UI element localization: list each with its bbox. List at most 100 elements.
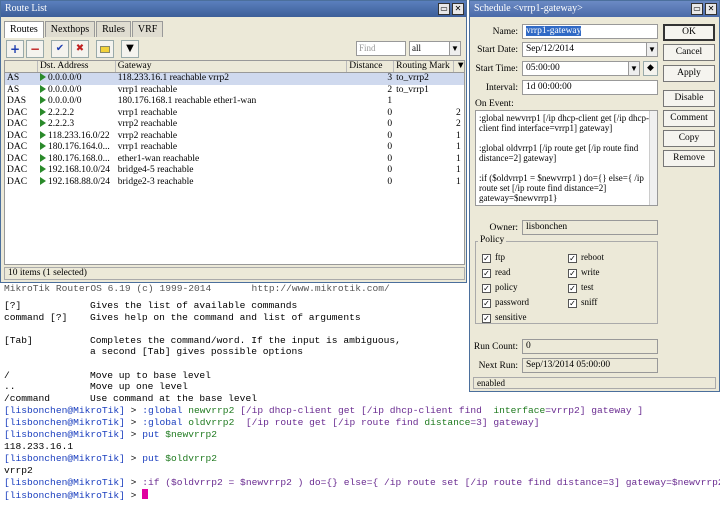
- policy-policy[interactable]: ✓ policy: [482, 282, 518, 293]
- disable-icon[interactable]: ✖: [71, 40, 89, 58]
- table-row[interactable]: DAC 2.2.2.3 vrrp2 reachable 0 2: [5, 119, 464, 131]
- col-gateway[interactable]: Gateway: [116, 61, 348, 72]
- tab-rules[interactable]: Rules: [96, 21, 131, 37]
- set-time-button[interactable]: ◆: [643, 61, 658, 76]
- cell-gw: bridge4-5 reachable: [117, 165, 194, 175]
- policy-sniff[interactable]: ✓ sniff: [568, 297, 597, 308]
- on-event-script[interactable]: :global newvrrp1 [/ip dhcp-client get [/…: [475, 110, 658, 206]
- checkbox-checked-icon[interactable]: ✓: [568, 269, 577, 278]
- filter-icon[interactable]: ▼: [121, 40, 139, 58]
- apply-button[interactable]: Apply: [663, 65, 715, 82]
- active-route-icon: [39, 153, 46, 162]
- active-route-icon: [39, 73, 46, 81]
- interval-input[interactable]: 1d 00:00:00: [522, 80, 658, 95]
- script-line: :global newvrrp1 [/ip dhcp-client get [/…: [479, 113, 649, 133]
- cell-type: AS: [7, 84, 20, 95]
- col-dst-address[interactable]: Dst. Address: [38, 61, 116, 72]
- name-label: Name:: [492, 27, 518, 37]
- active-route-icon: [39, 142, 46, 150]
- checkbox-checked-icon[interactable]: ✓: [482, 314, 491, 323]
- ok-button[interactable]: OK: [663, 24, 715, 41]
- add-icon[interactable]: +: [6, 40, 24, 58]
- remove-button[interactable]: Remove: [663, 150, 715, 167]
- restore-icon[interactable]: ▭: [438, 3, 450, 15]
- start-time-input[interactable]: 05:00:00 ▼: [522, 61, 640, 76]
- help-line: [4, 323, 90, 334]
- table-row[interactable]: DAC 180.176.164.0... vrrp1 reachable 0 1: [5, 142, 464, 154]
- col-routing-mark[interactable]: Routing Mark: [394, 61, 455, 72]
- table-row[interactable]: DAC 192.168.88.0/24 bridge2-3 reachable 0 1: [5, 176, 464, 189]
- disable-button[interactable]: Disable: [663, 90, 715, 107]
- start-date-input[interactable]: Sep/12/2014 ▼: [522, 42, 658, 57]
- checkbox-checked-icon[interactable]: ✓: [568, 254, 577, 263]
- table-row[interactable]: DAC 2.2.2.2 vrrp1 reachable 0 2: [5, 107, 464, 120]
- script-line: :global oldvrrp1 [/ip route get [/ip rou…: [479, 143, 641, 163]
- help-line: .. Move up one level: [4, 381, 188, 393]
- enable-icon[interactable]: ✔: [51, 40, 69, 58]
- checkbox-checked-icon[interactable]: ✓: [482, 284, 491, 293]
- terminal-prompt[interactable]: [lisbonchen@MikroTik] >: [4, 489, 149, 501]
- filter-select[interactable]: all ▼: [409, 41, 461, 56]
- cancel-button[interactable]: Cancel: [663, 44, 715, 61]
- active-route-icon: [39, 165, 46, 173]
- table-row[interactable]: DAC 192.168.10.0/24 bridge4-5 reachable 0 1: [5, 165, 464, 177]
- find-input[interactable]: Find: [356, 41, 406, 56]
- close-icon[interactable]: ✕: [452, 3, 464, 15]
- checkbox-checked-icon[interactable]: ✓: [482, 269, 491, 278]
- cell-gw: vrrp1 reachable: [117, 84, 178, 95]
- cell-mark: [394, 177, 454, 189]
- cell-dist: 0: [387, 142, 393, 152]
- col-flags[interactable]: [5, 61, 38, 72]
- table-row[interactable]: DAC 118.233.16.0/22 vrrp2 reachable 0 1: [5, 130, 464, 143]
- terminal-cmd-4: [lisbonchen@MikroTik] > put $oldvrrp2: [4, 453, 218, 464]
- policy-test[interactable]: ✓ test: [568, 282, 594, 293]
- script-line: [479, 163, 654, 173]
- policy-read[interactable]: ✓ read: [482, 267, 511, 278]
- policy-sensitive[interactable]: ✓ sensitive: [482, 312, 527, 323]
- close-icon[interactable]: ✕: [705, 3, 717, 15]
- policy-write[interactable]: ✓ write: [568, 267, 600, 278]
- checkbox-checked-icon[interactable]: ✓: [482, 254, 491, 263]
- tab-routes[interactable]: Routes: [4, 21, 44, 38]
- restore-icon[interactable]: ▭: [691, 3, 703, 15]
- chevron-down-icon[interactable]: ▼: [628, 62, 639, 75]
- cell-gw: 180.176.168.1 reachable ether1-wan: [117, 96, 257, 106]
- terminal-cmd-2: [lisbonchen@MikroTik] > :global oldvrrp2…: [4, 417, 540, 428]
- col-distance[interactable]: Distance: [347, 61, 395, 72]
- cell-dst: 2.2.2.3: [38, 119, 116, 131]
- tab-vrf[interactable]: VRF: [131, 21, 164, 37]
- cell-x: 1: [456, 176, 461, 187]
- policy-reboot[interactable]: ✓ reboot: [568, 252, 604, 263]
- table-row[interactable]: DAS 0.0.0.0/0 180.176.168.1 reachable ethe…: [5, 96, 464, 108]
- script-scrollbar[interactable]: [649, 111, 657, 205]
- policy-ftp[interactable]: ✓ ftp: [482, 252, 505, 263]
- start-date-label: Start Date:: [477, 45, 518, 55]
- policy-label: Policy: [478, 235, 507, 245]
- cell-x: [454, 96, 464, 108]
- policy-password[interactable]: ✓ password: [482, 297, 529, 308]
- table-row[interactable]: AS 0.0.0.0/0 118.233.16.1 reachable vrrp2 3…: [5, 73, 464, 85]
- table-row[interactable]: AS 0.0.0.0/0 vrrp1 reachable 2 to_vrrp1: [5, 84, 464, 97]
- checkbox-checked-icon[interactable]: ✓: [482, 299, 491, 308]
- tab-nexthops[interactable]: Nexthops: [44, 21, 96, 37]
- checkbox-checked-icon[interactable]: ✓: [568, 299, 577, 308]
- checkbox-checked-icon[interactable]: ✓: [568, 284, 577, 293]
- table-row[interactable]: DAC 180.176.168.0... ether1-wan reachable 0…: [5, 153, 464, 166]
- active-route-icon: [39, 176, 46, 185]
- start-time-label: Start Time:: [475, 64, 519, 74]
- help-line: [?] Gives the list of available commands: [4, 300, 298, 311]
- cell-type: DAC: [7, 107, 28, 118]
- name-input[interactable]: vrrp1-gateway: [522, 24, 658, 39]
- route-tabs: Routes Nexthops Rules VRF: [4, 21, 164, 38]
- remove-icon[interactable]: −: [26, 40, 44, 58]
- comment-button[interactable]: Comment: [663, 110, 715, 127]
- copy-button[interactable]: Copy: [663, 130, 715, 147]
- comment-icon[interactable]: [96, 40, 114, 58]
- route-list-titlebar[interactable]: Route List ▭ ✕: [1, 1, 466, 17]
- cell-mark: [394, 131, 454, 143]
- chevron-down-icon[interactable]: ▼: [646, 43, 657, 56]
- active-route-icon: [39, 84, 46, 93]
- col-more-icon[interactable]: ▼: [454, 61, 464, 72]
- cell-gw: ether1-wan reachable: [117, 153, 200, 164]
- schedule-titlebar[interactable]: Schedule <vrrp1-gateway> ▭ ✕: [470, 1, 719, 17]
